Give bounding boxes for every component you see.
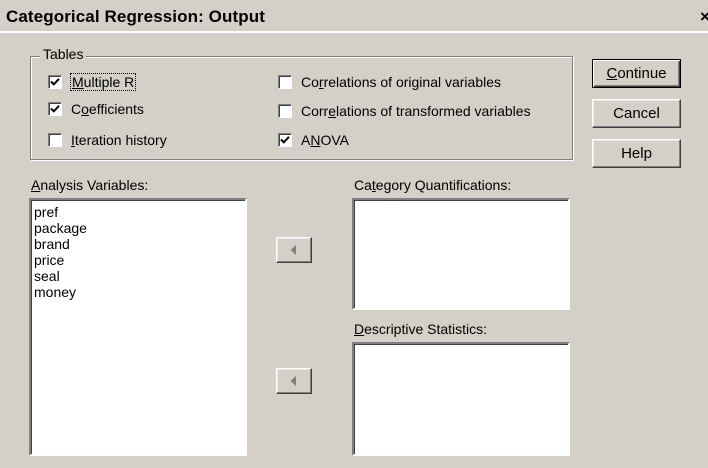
anova-label: ANOVA [301, 132, 349, 148]
correlations-original-checkbox[interactable]: Correlations of original variables [278, 73, 501, 91]
move-to-category-quantifications-button[interactable] [276, 237, 312, 263]
check-icon[interactable] [278, 133, 292, 147]
left-arrow-icon [290, 376, 296, 386]
coefficients-label: Coefficients [71, 101, 144, 117]
list-item[interactable]: package [31, 220, 245, 236]
multiple-r-label: Multiple R [69, 73, 137, 91]
iteration-history-checkbox[interactable]: Iteration history [48, 131, 167, 149]
check-icon[interactable] [48, 102, 62, 116]
list-item[interactable]: money [31, 284, 245, 300]
cancel-button[interactable]: Cancel [592, 99, 681, 128]
coefficients-checkbox[interactable]: Coefficients [48, 100, 144, 118]
list-item[interactable]: seal [31, 268, 245, 284]
check-icon[interactable] [48, 75, 62, 89]
anova-checkbox[interactable]: ANOVA [278, 131, 349, 149]
list-item[interactable]: price [31, 252, 245, 268]
help-button[interactable]: Help [592, 139, 681, 168]
tables-group-label: Tables [40, 46, 87, 62]
descriptive-statistics-label: Descriptive Statistics: [354, 321, 488, 337]
category-quantifications-list[interactable] [352, 198, 570, 310]
title-bar[interactable]: Categorical Regression: Output × [0, 0, 708, 33]
list-item[interactable]: pref [31, 204, 245, 220]
descriptive-statistics-list[interactable] [352, 342, 570, 456]
correlations-transformed-checkbox[interactable]: Correlations of transformed variables [278, 102, 531, 120]
analysis-variables-label: Analysis Variables: [31, 177, 149, 193]
left-arrow-icon [290, 245, 296, 255]
multiple-r-checkbox[interactable]: Multiple R [48, 73, 137, 91]
correlations-transformed-label: Correlations of transformed variables [301, 103, 531, 119]
iteration-history-label: Iteration history [71, 132, 167, 148]
move-to-descriptive-statistics-button[interactable] [276, 368, 312, 394]
continue-button[interactable]: Continue [592, 59, 681, 88]
correlations-original-label: Correlations of original variables [301, 74, 502, 90]
analysis-variables-list[interactable]: pref package brand price seal money [29, 198, 247, 456]
close-icon[interactable]: × [696, 8, 708, 26]
list-item[interactable]: brand [31, 236, 245, 252]
dialog-window: Categorical Regression: Output × Tables … [0, 0, 708, 468]
window-title: Categorical Regression: Output [6, 7, 265, 26]
category-quantifications-label: Category Quantifications: [354, 177, 512, 193]
